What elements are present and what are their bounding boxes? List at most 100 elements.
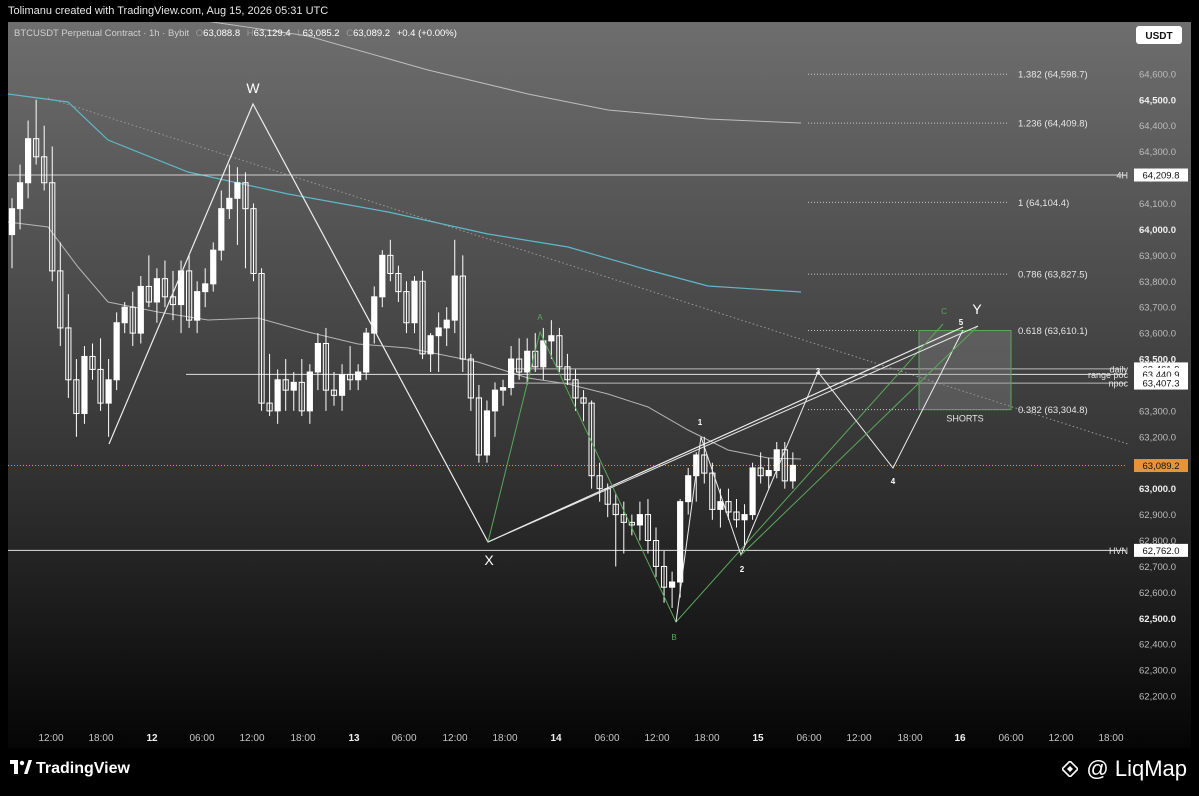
legend-low: 63,085.2 (303, 28, 340, 39)
y-tick-label: 64,600.0 (1139, 69, 1176, 80)
candle-body (435, 327, 442, 337)
price-badge: 62,762.0 HVN (1109, 543, 1188, 557)
legend-symbol: BTCUSDT Perpetual Contract · 1h · Bybit (14, 28, 189, 39)
chart-area[interactable]: 1.382 (64,598.7) 1.236 (64,409.8) 1 (64,10… (7, 13, 1191, 748)
y-tick-label: 63,600.0 (1139, 329, 1176, 340)
legend-open: 63,088.8 (203, 28, 240, 39)
price-badge-value: 64,209.8 (1143, 171, 1180, 182)
chart-screenshot: Tolimanu created with TradingView.com, A… (0, 0, 1199, 796)
x-tick-label: 12 (146, 733, 158, 744)
wave-label-b: B (671, 633, 676, 642)
top-credit-bar: Tolimanu created with TradingView.com, A… (0, 0, 1199, 22)
binance-diamond-icon (1062, 761, 1079, 777)
candle-body (226, 197, 233, 210)
price-badge-label: HVN (1109, 546, 1128, 556)
currency-button-label[interactable]: USDT (1145, 31, 1172, 42)
wave-label-c: C (941, 307, 947, 316)
price-badge: 63,407.3 npoc (1108, 376, 1188, 390)
candle-body (636, 514, 643, 526)
legend-close: 63,089.2 (353, 28, 390, 39)
liqmap-logo: @ LiqMap (1062, 756, 1187, 782)
candle-body (508, 358, 515, 389)
candle (749, 462, 756, 520)
candle-body (749, 467, 756, 516)
candle-body (685, 475, 692, 503)
chart-svg[interactable]: 1.382 (64,598.7) 1.236 (64,409.8) 1 (64,10… (7, 13, 1191, 748)
tradingview-logo[interactable]: TradingView (10, 760, 130, 778)
candle-body (443, 319, 450, 329)
fib-level-label: 1 (64,104.4) (1018, 198, 1069, 209)
candle-body (16, 182, 24, 210)
candle (81, 346, 88, 424)
candle-body (411, 280, 418, 324)
candle (363, 327, 370, 380)
x-tick-label: 06:00 (796, 733, 821, 744)
y-tick-label: 63,300.0 (1139, 406, 1176, 417)
candle-body (717, 501, 724, 510)
candle-body (8, 208, 16, 236)
wave-label-x: X (484, 552, 494, 568)
wave-label-a: A (537, 313, 543, 322)
y-tick-label: 63,800.0 (1139, 277, 1176, 288)
candle-body (314, 342, 321, 373)
liqmap-wordmark: @ LiqMap (1086, 756, 1187, 781)
candle-body (363, 332, 370, 373)
candle-body (25, 138, 32, 184)
legend-change: +0.4 (+0.00%) (397, 28, 457, 39)
candle-body (194, 291, 201, 321)
y-tick-label: 64,300.0 (1139, 147, 1176, 158)
credit-text: Tolimanu created with TradingView.com, A… (8, 5, 329, 17)
x-tick-label: 12:00 (644, 733, 669, 744)
impulse-label-5: 5 (959, 318, 964, 327)
candle-body (491, 389, 499, 412)
last-price-badge-value: 63,089.2 (1143, 461, 1180, 472)
branding-bar: TradingView @ LiqMap (0, 748, 1199, 796)
legend-high: 63,129.4 (254, 28, 291, 39)
y-tick-label: 63,900.0 (1139, 251, 1176, 262)
candle (137, 276, 144, 344)
candle-body (379, 254, 386, 298)
impulse-label-3: 3 (816, 367, 821, 376)
y-tick-label: 64,500.0 (1139, 95, 1176, 106)
x-tick-label: 18:00 (88, 733, 113, 744)
y-tick-label: 62,500.0 (1139, 614, 1176, 625)
candle-body (741, 514, 748, 521)
fib-level-label: 0.618 (63,610.1) (1018, 326, 1088, 337)
price-badge-value: 63,407.3 (1143, 379, 1180, 390)
candle-body (499, 387, 507, 391)
impulse-label-1: 1 (698, 418, 703, 427)
candle-body (113, 322, 120, 381)
wave-label-w: W (246, 80, 260, 96)
impulse-label-4: 4 (891, 477, 896, 486)
tradingview-mark-icon (10, 760, 32, 774)
candle-body (81, 355, 88, 414)
y-tick-label: 62,900.0 (1139, 510, 1176, 521)
x-tick-label: 06:00 (391, 733, 416, 744)
x-tick-label: 18:00 (290, 733, 315, 744)
impulse-label-2: 2 (740, 565, 745, 574)
candle-body (483, 410, 491, 456)
candle-body (548, 335, 555, 342)
candle-body (540, 340, 547, 368)
candle-body (105, 379, 112, 404)
y-tick-label: 64,400.0 (1139, 121, 1176, 132)
candle-body (427, 335, 434, 355)
wave-label-y: Y (972, 301, 982, 317)
shorts-zone-label: SHORTS (946, 414, 983, 424)
candle-body (524, 350, 531, 373)
x-tick-label: 12:00 (1048, 733, 1073, 744)
currency-button[interactable]: USDT (1136, 26, 1182, 44)
price-badge-value: 62,762.0 (1143, 546, 1180, 557)
x-tick-label: 12:00 (239, 733, 264, 744)
candle-body (669, 581, 676, 588)
candle-body (177, 270, 185, 306)
chart-background (8, 22, 1191, 748)
candle-body (306, 371, 313, 412)
x-tick-label: 18:00 (1098, 733, 1123, 744)
x-tick-label: 15 (752, 733, 764, 744)
x-tick-label: 06:00 (594, 733, 619, 744)
y-tick-label: 63,700.0 (1139, 303, 1176, 314)
candle (113, 312, 120, 391)
price-badge: 64,209.8 4H (1116, 168, 1188, 182)
y-tick-label: 62,200.0 (1139, 692, 1176, 703)
